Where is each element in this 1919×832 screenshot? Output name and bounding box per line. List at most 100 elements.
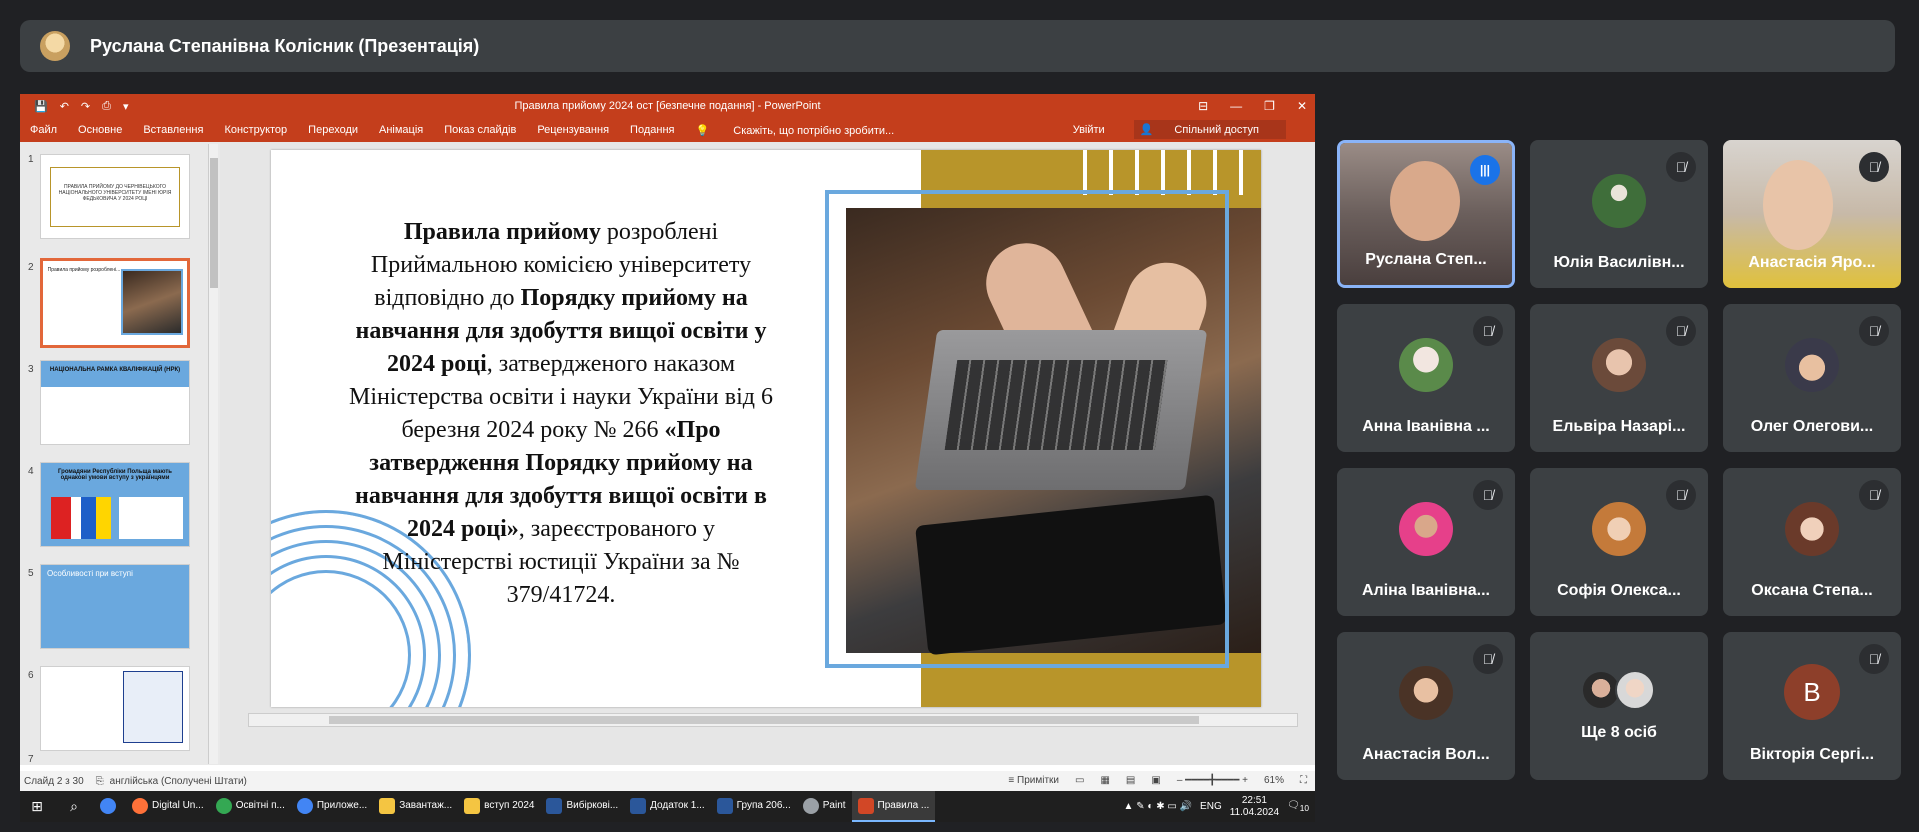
slide-horizontal-scrollbar[interactable] — [248, 713, 1298, 727]
participant-tile[interactable]: 🎙̸ Оксана Степа... — [1723, 468, 1901, 616]
word-icon — [630, 797, 647, 814]
taskbar-app[interactable]: Освітні п... — [210, 791, 291, 822]
participant-name: Анна Іванівна ... — [1362, 418, 1490, 435]
input-language[interactable]: ENG — [1200, 801, 1222, 812]
thumb-text: ПРАВИЛА ПРИЙОМУ ДО ЧЕРНІВЕЦЬКОГО НАЦІОНА… — [50, 166, 180, 227]
thumbnail-slide-6[interactable] — [40, 666, 190, 751]
system-tray: ▲ ✎ ◐ ✱ ▭ 🔊 ENG 22:51 11.04.2024 🗨10 — [1124, 795, 1315, 819]
app-label: Освітні п... — [235, 800, 285, 811]
mic-off-icon: 🎙̸ — [1859, 644, 1889, 674]
taskbar-app[interactable]: Вибіркові... — [540, 791, 624, 822]
chrome-icon — [100, 797, 116, 814]
participant-tile[interactable]: 🎙̸ Аліна Іванівна... — [1337, 468, 1515, 616]
tab-design[interactable]: Конструктор — [224, 124, 287, 136]
participant-name: Софія Олекса... — [1557, 582, 1681, 599]
thumbnail-slide-1[interactable]: ПРАВИЛА ПРИЙОМУ ДО ЧЕРНІВЕЦЬКОГО НАЦІОНА… — [40, 154, 190, 239]
clock[interactable]: 22:51 11.04.2024 — [1230, 795, 1279, 819]
mic-off-icon: 🎙̸ — [1859, 152, 1889, 182]
participant-tile[interactable]: 🎙̸ Анастасія Яро... — [1723, 140, 1901, 288]
taskbar-app[interactable]: Завантаж... — [373, 791, 458, 822]
tab-file[interactable]: Файл — [30, 124, 57, 136]
taskbar-app[interactable]: Paint — [797, 791, 852, 822]
ppt-window-title: Правила прийому 2024 ост [безпечне подан… — [514, 100, 821, 112]
taskbar-app[interactable]: Група 206... — [711, 791, 797, 822]
slide-thumbnails: 1 ПРАВИЛА ПРИЙОМУ ДО ЧЕРНІВЕЦЬКОГО НАЦІО… — [20, 142, 220, 765]
more-participants-tile[interactable]: Ще 8 осіб — [1530, 632, 1708, 780]
participant-name: Олег Олегови... — [1750, 418, 1874, 435]
notes-button[interactable]: ≡ Примітки — [1008, 775, 1059, 786]
participant-tile[interactable]: В 🎙̸ Вікторія Сергі... — [1723, 632, 1901, 780]
thumb-text: Громадяни Республіки Польща мають однако… — [58, 469, 172, 481]
participant-avatar — [1785, 502, 1839, 556]
ppt-titlebar: 💾 ↶ ↷ ⎙ ▾ Правила прийому 2024 ост [безп… — [20, 94, 1315, 118]
search-icon[interactable]: ⌕ — [54, 798, 94, 815]
app-label: Група 206... — [736, 800, 791, 811]
mic-off-icon: 🎙̸ — [1859, 316, 1889, 346]
language-status[interactable]: англійська (Сполучені Штати) — [110, 776, 247, 787]
thumbnails-scrollbar[interactable] — [208, 144, 218, 764]
participant-name: Анастасія Вол... — [1362, 746, 1490, 763]
signin-link[interactable]: Увійти — [1073, 124, 1105, 136]
mic-off-icon: 🎙̸ — [1859, 480, 1889, 510]
thumb-number: 1 — [28, 154, 34, 165]
restore-icon[interactable]: ❐ — [1264, 99, 1275, 113]
taskbar-app[interactable]: Приложе... — [291, 791, 373, 822]
taskbar-app[interactable]: Додаток 1... — [624, 791, 710, 822]
tab-transitions[interactable]: Переходи — [308, 124, 358, 136]
spellcheck-icon[interactable]: ⎘ — [96, 776, 104, 787]
share-button[interactable]: 👤 Спільний доступ — [1133, 120, 1286, 139]
sorter-view-icon[interactable]: ▦ — [1100, 775, 1109, 786]
share-label: Спільний доступ — [1174, 124, 1259, 136]
thumb-text: НАЦІОНАЛЬНА РАМКА КВАЛІФІКАЦІЙ (НРК) — [41, 361, 189, 387]
participant-name: Ельвіра Назарі... — [1552, 418, 1686, 435]
taskbar-app[interactable]: Digital Un... — [126, 791, 210, 822]
save-icon[interactable]: 💾 — [34, 100, 48, 113]
reading-view-icon[interactable]: ▤ — [1126, 775, 1135, 786]
ribbon-display-icon[interactable]: ⊟ — [1198, 99, 1208, 113]
tab-view[interactable]: Подання — [630, 124, 674, 136]
ribbon-tabs: Файл Основне Вставлення Конструктор Пере… — [20, 118, 1315, 142]
zoom-slider[interactable]: – ━━━━╋━━━━ + — [1177, 775, 1248, 786]
app-label: Правила ... — [877, 800, 930, 811]
slideshow-view-icon[interactable]: ▣ — [1151, 775, 1160, 786]
tab-slideshow[interactable]: Показ слайдів — [444, 124, 516, 136]
participant-tile[interactable]: 🎙̸ Олег Олегови... — [1723, 304, 1901, 452]
participant-tile[interactable]: 🎙̸ Анастасія Вол... — [1337, 632, 1515, 780]
tab-review[interactable]: Рецензування — [537, 124, 609, 136]
participant-tile[interactable]: 🎙̸ Юлія Василівн... — [1530, 140, 1708, 288]
normal-view-icon[interactable]: ▭ — [1075, 775, 1084, 786]
thumb-number: 5 — [28, 568, 34, 579]
minimize-icon[interactable]: — — [1230, 99, 1242, 113]
slide-text-bold: Правила прийому — [403, 219, 601, 245]
app-label: Paint — [822, 800, 846, 811]
undo-icon[interactable]: ↶ — [60, 100, 69, 113]
taskbar-app-chrome[interactable] — [94, 791, 126, 822]
fit-slide-icon[interactable]: ⛶ — [1300, 775, 1307, 786]
notification-icon[interactable]: 🗨10 — [1287, 800, 1309, 813]
slide-body-text: Правила прийому розроблені Приймальною к… — [341, 216, 781, 612]
thumbnail-slide-3[interactable]: НАЦІОНАЛЬНА РАМКА КВАЛІФІКАЦІЙ (НРК) — [40, 360, 190, 445]
thumbnail-slide-5[interactable]: Особливості при вступі — [40, 564, 190, 649]
close-icon[interactable]: ✕ — [1297, 99, 1307, 113]
thumbnail-slide-4[interactable]: Громадяни Республіки Польща мають однако… — [40, 462, 190, 547]
tell-me-box[interactable]: 💡 Скажіть, що потрібно зробити... — [695, 124, 915, 137]
participant-tile[interactable]: 🎙̸ Анна Іванівна ... — [1337, 304, 1515, 452]
clock-time: 22:51 — [1241, 794, 1267, 806]
thumbnail-slide-2[interactable]: Правила прийому розроблені... — [40, 258, 190, 348]
quick-access-toolbar: 💾 ↶ ↷ ⎙ ▾ — [20, 100, 128, 113]
redo-icon[interactable]: ↷ — [81, 100, 90, 113]
participant-tile[interactable]: 🎙̸ Софія Олекса... — [1530, 468, 1708, 616]
participant-tile[interactable]: 🎙̸ Ельвіра Назарі... — [1530, 304, 1708, 452]
taskbar-app-powerpoint[interactable]: Правила ... — [851, 791, 936, 822]
print-icon[interactable]: ⎙ — [102, 100, 111, 113]
participant-tile[interactable]: ||| Руслана Степ... — [1337, 140, 1515, 288]
windows-start-icon[interactable]: ⊞ — [20, 791, 54, 822]
tab-home[interactable]: Основне — [78, 124, 122, 136]
zoom-level[interactable]: 61% — [1264, 775, 1284, 786]
tray-icons[interactable]: ▲ ✎ ◐ ✱ ▭ 🔊 — [1124, 801, 1193, 812]
taskbar-app[interactable]: вступ 2024 — [458, 791, 540, 822]
tab-animations[interactable]: Анімація — [379, 124, 423, 136]
notification-count: 10 — [1299, 803, 1309, 813]
customize-icon[interactable]: ▾ — [123, 100, 129, 113]
tab-insert[interactable]: Вставлення — [143, 124, 203, 136]
